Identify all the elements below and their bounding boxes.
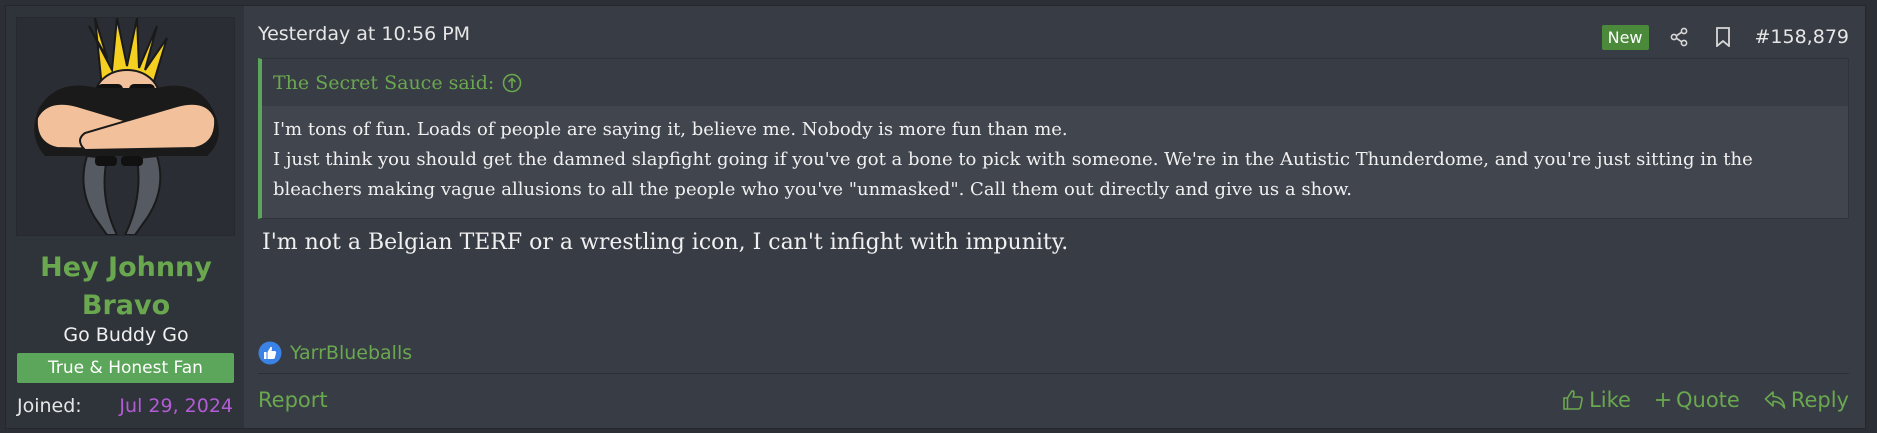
post-message: I'm not a Belgian TERF or a wrestling ic… [262,230,1069,255]
reply-label: Reply [1790,388,1849,412]
post-container: Hey Johnny Bravo Go Buddy Go True & Hone… [5,5,1866,429]
quote-label: Quote [1675,388,1740,412]
thumbs-up-icon [1563,390,1584,410]
quote-body: I'm tons of fun. Loads of people are say… [262,106,1848,205]
reactor-name[interactable]: YarrBlueballs [290,342,412,364]
reactions-bar[interactable]: YarrBlueballs [258,341,412,365]
new-badge: New [1601,24,1649,50]
username[interactable]: Hey Johnny Bravo [16,249,236,325]
footer-divider [258,373,1849,374]
like-button[interactable]: Like [1562,388,1631,412]
post-number[interactable]: #158,879 [1755,26,1850,48]
quote-block: The Secret Sauce said: I'm tons of fun. … [258,58,1849,219]
share-icon[interactable] [1667,25,1691,49]
like-label: Like [1589,388,1631,412]
like-reaction-icon [258,341,282,365]
joined-date: Jul 29, 2024 [119,395,233,417]
quote-line: I just think you should get the damned s… [273,149,1753,170]
quote-line: bleachers making vague allusions to all … [273,179,1352,200]
reply-icon [1764,391,1786,409]
joined-label: Joined: [17,395,82,417]
bookmark-icon[interactable] [1711,25,1735,49]
report-link[interactable]: Report [258,388,328,412]
reply-button[interactable]: Reply [1764,388,1849,412]
post-date[interactable]: Yesterday at 10:56 PM [258,23,470,45]
quote-author[interactable]: The Secret Sauce said: [273,72,494,94]
user-title: Go Buddy Go [63,324,189,346]
plus-icon [1655,393,1670,407]
quote-button[interactable]: Quote [1655,388,1740,412]
post-actions: Like Quote Reply [1562,388,1849,412]
avatar[interactable] [16,17,235,236]
post-main: Yesterday at 10:56 PM New #158,879 The S… [244,6,1865,428]
user-info-panel: Hey Johnny Bravo Go Buddy Go True & Hone… [6,6,244,428]
arrow-up-circle-icon[interactable] [502,73,522,93]
quote-header[interactable]: The Secret Sauce said: [262,59,1848,106]
quote-line: I'm tons of fun. Loads of people are say… [273,119,1068,140]
user-banner: True & Honest Fan [17,353,234,383]
post-header-actions: New #158,879 [1601,22,1850,52]
avatar-image [34,18,219,235]
